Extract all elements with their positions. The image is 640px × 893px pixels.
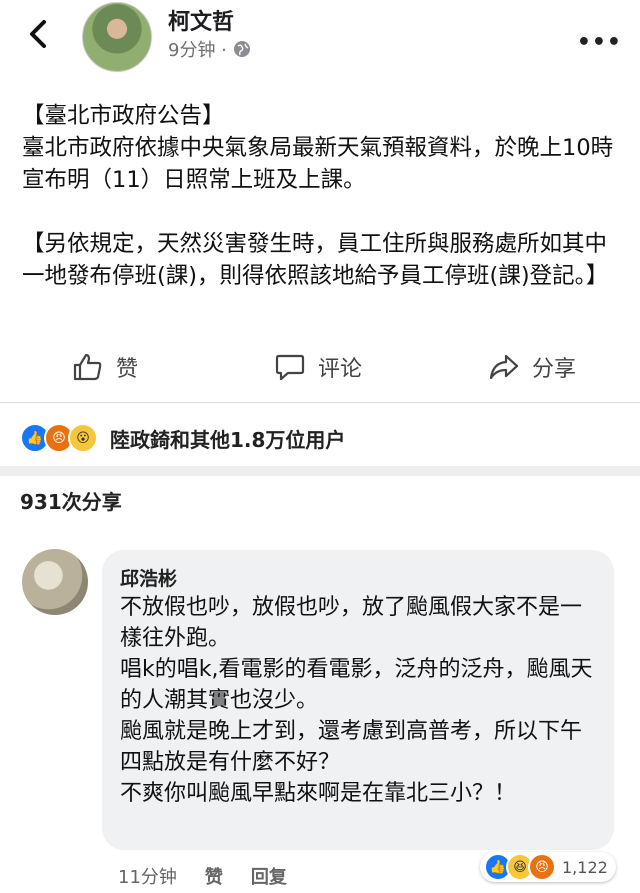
author-avatar[interactable] [82,2,152,72]
comment-reply-button[interactable]: 回复 [251,863,287,889]
post-paragraph: 臺北市政府依據中央氣象局最新天氣預報資料，於晚上10時宣布明（11）日照常上班及… [22,135,614,193]
divider [0,402,640,403]
comment-label: 评论 [318,357,363,382]
commenter-avatar[interactable] [22,549,88,615]
comment-footer: 11分钟 赞 回复 [118,863,287,889]
comment-reactions[interactable]: 👍 😆 😠 1,122 [480,852,616,882]
reactions-text: 陸政錡和其他1.8万位用户 [110,427,346,452]
like-button[interactable]: 赞 [72,351,138,383]
share-button[interactable]: 分享 [488,351,576,383]
section-divider [0,466,640,476]
share-arrow-icon [489,354,519,380]
comment-reaction-count: 1,122 [562,857,608,877]
globe-icon [233,41,250,57]
share-label: 分享 [532,357,577,382]
back-arrow-icon[interactable] [22,16,58,52]
comment-bubble: 邱浩彬 不放假也吵，放假也吵，放了颱風假大家不是一樣往外跑。 唱k的唱k,看電影… [102,550,614,850]
post-meta: 9分钟 · [168,36,251,62]
share-count[interactable]: 931次分享 [20,486,122,515]
post-paragraph: 【臺北市政府公告】 [22,103,225,129]
post-paragraph: 【另依規定，天然災害發生時，員工住所與服務處所如其中一地發布停班(課)，則得依照… [22,231,609,289]
comment-icon [275,354,305,381]
comment-like-button[interactable]: 赞 [205,863,223,889]
comment-line: 不放假也吵，放假也吵，放了颱風假大家不是一樣往外跑。 [120,595,583,651]
post-time[interactable]: 9分钟 · [168,36,227,62]
angry-reaction-icon: 😠 [528,853,556,881]
comment-text: 不放假也吵，放假也吵，放了颱風假大家不是一樣往外跑。 唱k的唱k,看電影的看電影… [120,592,600,809]
thumbs-up-icon [73,353,102,381]
comment-line: 颱風就是晚上才到，還考慮到高普考，所以下午四點放是有什麼不好？ [120,719,583,775]
comment-button[interactable]: 评论 [274,351,362,383]
comment-time: 11分钟 [118,867,177,888]
post-actions: 赞 评论 分享 [0,345,640,393]
comment-line: 不爽你叫颱風早點來啊是在靠北三小？！ [120,781,517,806]
comment-line: 唱k的唱k,看電影的看電影，泛舟的泛舟，颱風天的人潮其實也沒少。 [120,657,593,713]
more-options-button[interactable]: ••• [577,30,622,55]
reactions-summary[interactable]: 👍 😠 😮 陸政錡和其他1.8万位用户 [20,423,345,453]
wow-reaction-icon: 😮 [68,423,98,453]
top-bar: 柯文哲 9分钟 · ••• [0,0,640,75]
like-label: 赞 [116,357,139,382]
commenter-name[interactable]: 邱浩彬 [120,564,177,591]
author-name[interactable]: 柯文哲 [168,4,234,36]
post-body: 【臺北市政府公告】 臺北市政府依據中央氣象局最新天氣預報資料，於晚上10時宣布明… [22,100,622,292]
